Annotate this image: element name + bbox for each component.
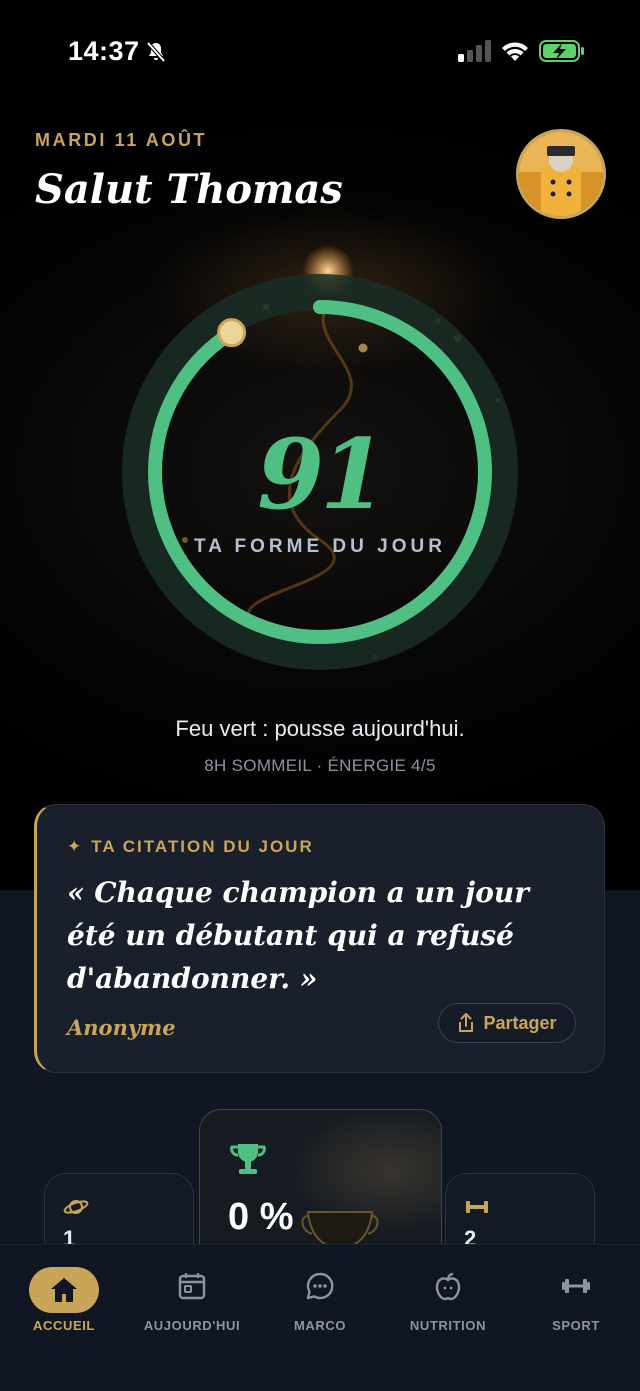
planet-icon <box>63 1200 89 1214</box>
quote-eyebrow: ✦ TA CITATION DU JOUR <box>67 837 314 857</box>
quote-card: ✦ TA CITATION DU JOUR « Chaque champion a… <box>34 804 605 1073</box>
trophy-card-value: 0 % <box>228 1196 294 1238</box>
share-button-label: Partager <box>483 1012 557 1033</box>
home-icon <box>51 1278 77 1302</box>
quote-eyebrow-label: TA CITATION DU JOUR <box>91 837 314 856</box>
quote-author: Anonyme <box>67 1015 176 1040</box>
tab-accueil[interactable]: ACCUEIL <box>0 1245 128 1355</box>
calendar-icon <box>178 1273 206 1300</box>
tab-sport[interactable]: SPORT <box>512 1245 640 1355</box>
tab-marco[interactable]: MARCO <box>256 1245 384 1355</box>
tab-label: MARCO <box>293 1318 347 1333</box>
tab-label: NUTRITION <box>409 1318 487 1333</box>
dumbbell-small-icon <box>466 1201 488 1213</box>
tab-nutrition[interactable]: NUTRITION <box>384 1245 512 1355</box>
form-score-label: TA FORME DU JOUR <box>194 536 446 557</box>
trophy-icon <box>230 1144 266 1174</box>
quote-text: « Chaque champion a un jour été un début… <box>67 876 529 995</box>
share-button[interactable]: Partager <box>438 1003 576 1043</box>
chat-icon <box>306 1272 334 1300</box>
tab-label: AUJOURD'HUI <box>143 1318 241 1333</box>
daily-message: Feu vert : pousse aujourd'hui. <box>175 716 465 741</box>
tab-label: SPORT <box>552 1318 600 1333</box>
ring-end-knob <box>217 318 247 348</box>
tab-aujourdhui[interactable]: AUJOURD'HUI <box>128 1245 256 1355</box>
share-icon <box>459 1013 474 1032</box>
tab-label: ACCUEIL <box>33 1318 95 1333</box>
sparkle-icon: ✦ <box>67 837 84 856</box>
form-score-value: 91 <box>257 418 387 531</box>
apple-icon <box>435 1272 461 1301</box>
daily-stats: 8H SOMMEIL · ÉNERGIE 4/5 <box>204 756 436 775</box>
dumbbell-icon <box>562 1279 590 1293</box>
tab-bar: ACCUEIL AUJOURD'HUI MARCO NUTRITION SPOR… <box>0 1244 640 1391</box>
